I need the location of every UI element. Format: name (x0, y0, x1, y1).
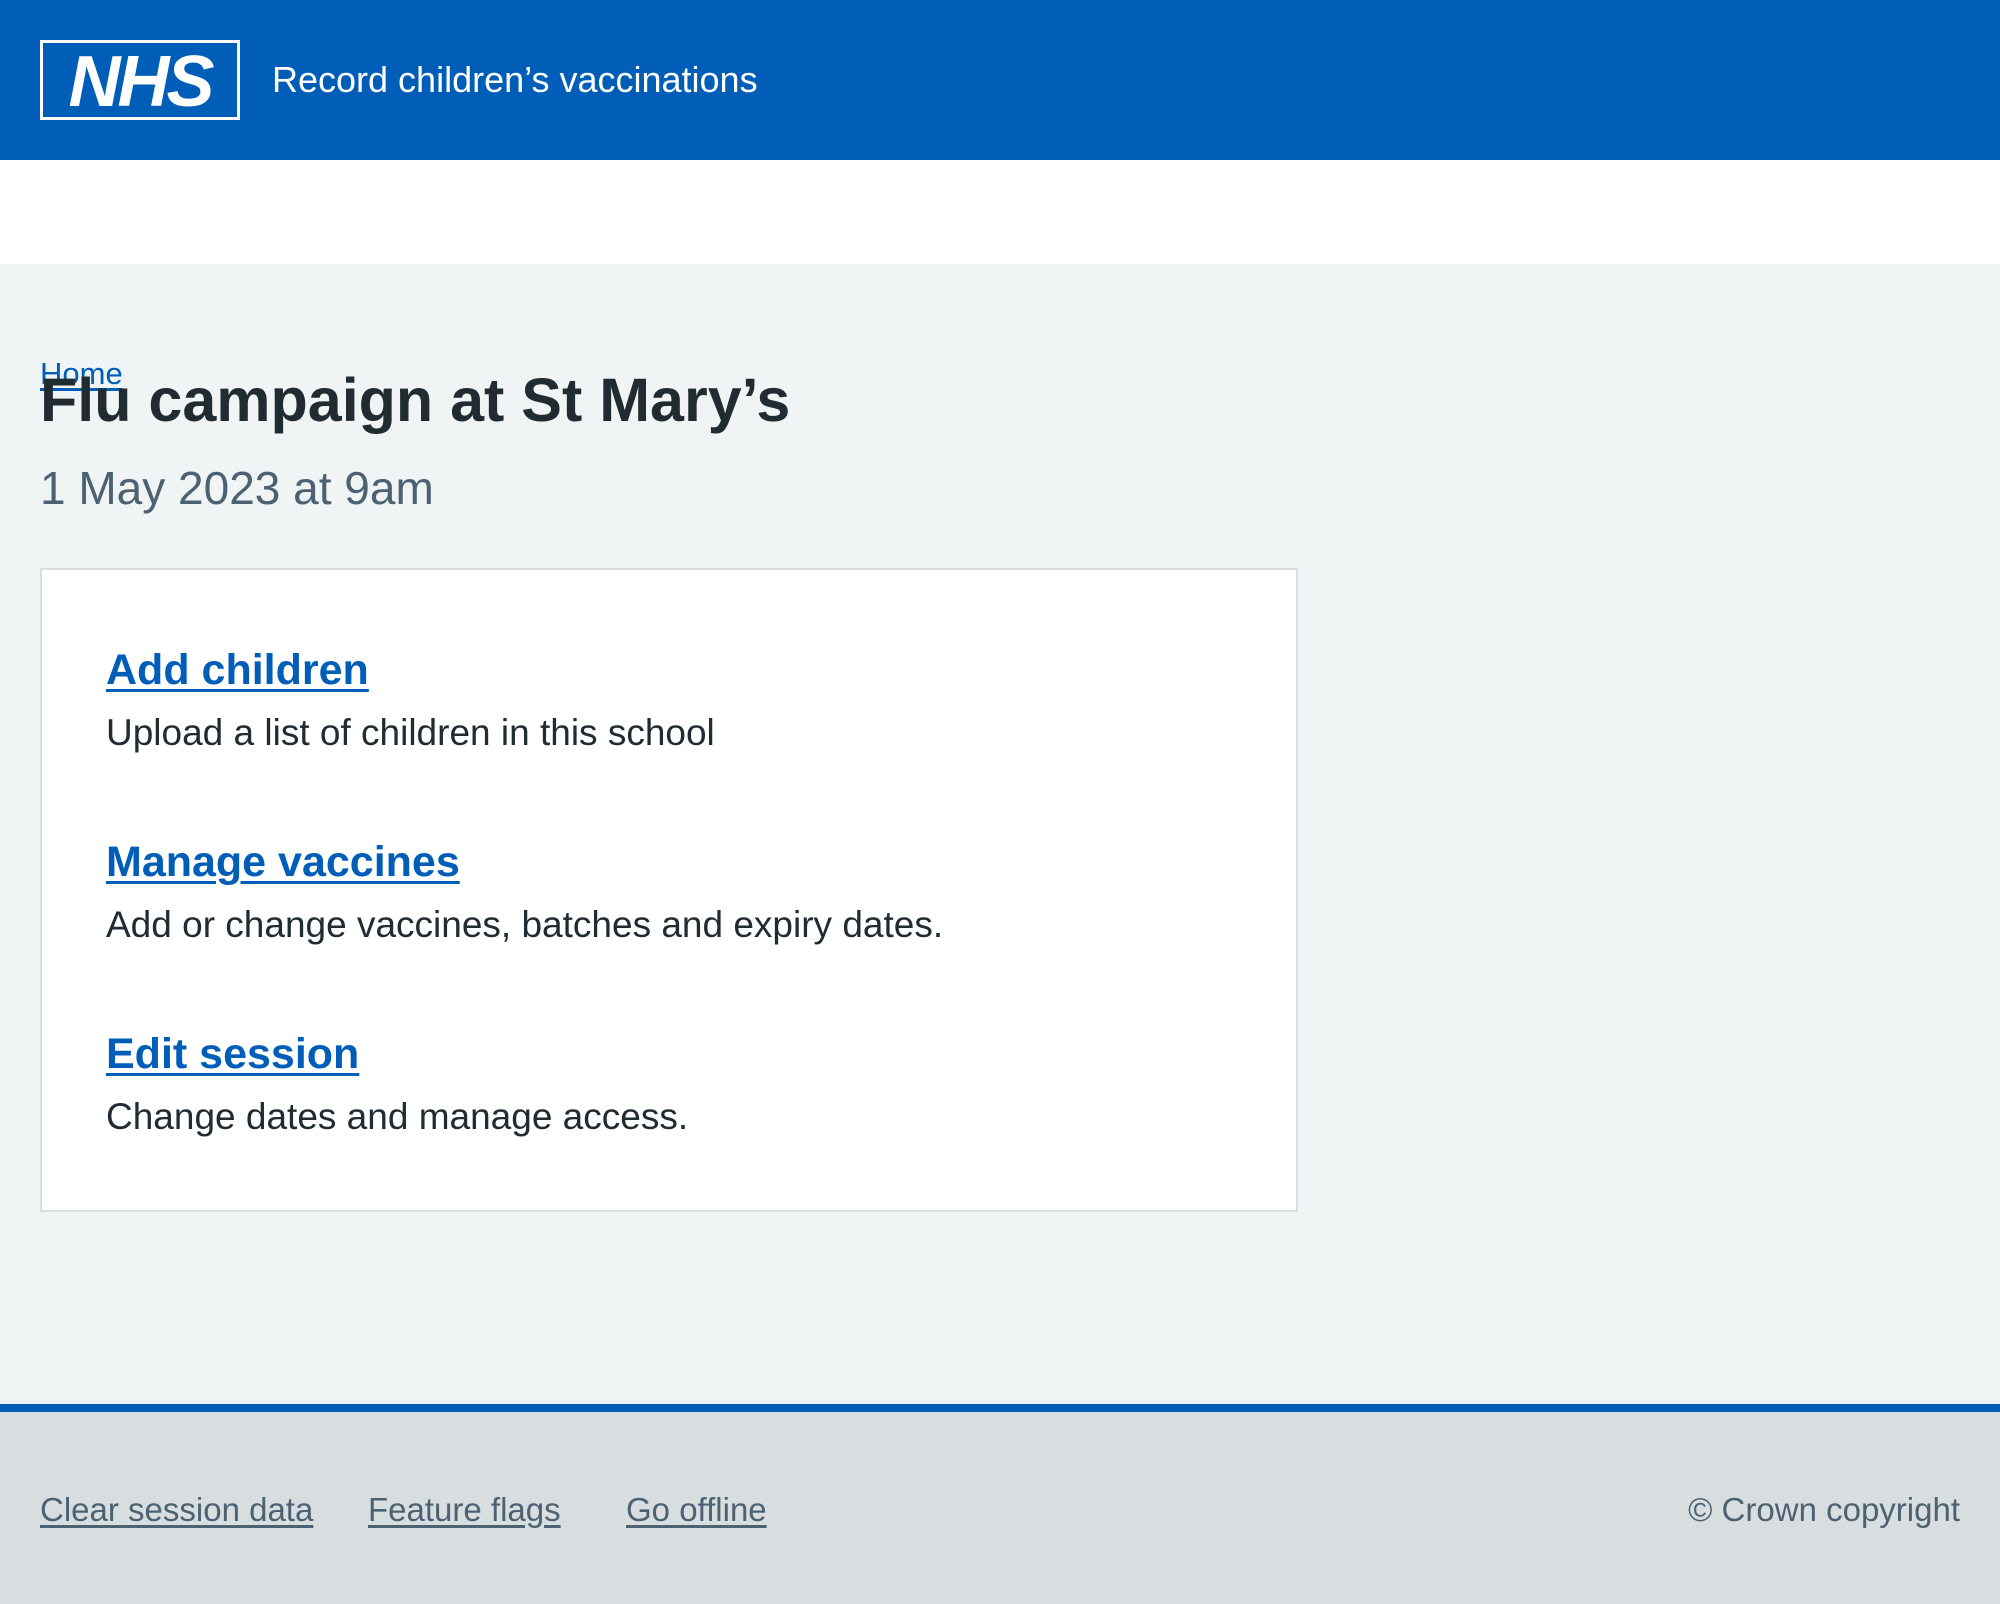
page-title: Flu campaign at St Mary’s (40, 366, 791, 434)
manage-vaccines-link[interactable]: Manage vaccines (106, 834, 1226, 890)
page: NHS Record children’s vaccinations Home … (0, 0, 2000, 1604)
site-header: NHS Record children’s vaccinations (0, 0, 2000, 160)
breadcrumb: Home (0, 160, 2000, 391)
edit-session-description: Change dates and manage access. (106, 1096, 689, 1137)
nhs-logo-mark: NHS (40, 40, 240, 120)
add-children-description: Upload a list of children in this school (106, 712, 715, 753)
service-name-link[interactable]: Record children’s vaccinations (272, 52, 758, 108)
site-footer: Clear session data Feature flags Go offl… (0, 1404, 2000, 1604)
clear-session-data-link[interactable]: Clear session data (40, 1486, 313, 1534)
action-add-children: Add children Upload a list of children i… (106, 642, 1226, 758)
feature-flags-link[interactable]: Feature flags (368, 1486, 561, 1534)
manage-vaccines-description: Add or change vaccines, batches and expi… (106, 904, 944, 945)
nhs-logo[interactable]: NHS (40, 40, 240, 120)
nhs-logo-text: NHS (68, 42, 214, 120)
action-edit-session: Edit session Change dates and manage acc… (106, 1026, 1226, 1142)
edit-session-link[interactable]: Edit session (106, 1026, 1226, 1082)
action-manage-vaccines: Manage vaccines Add or change vaccines, … (106, 834, 1226, 950)
page-caption: 1 May 2023 at 9am (40, 462, 434, 514)
go-offline-link[interactable]: Go offline (626, 1486, 767, 1534)
actions-card: Add children Upload a list of children i… (40, 568, 1298, 1212)
add-children-link[interactable]: Add children (106, 642, 1226, 698)
copyright-notice: © Crown copyright (1688, 1491, 1960, 1528)
